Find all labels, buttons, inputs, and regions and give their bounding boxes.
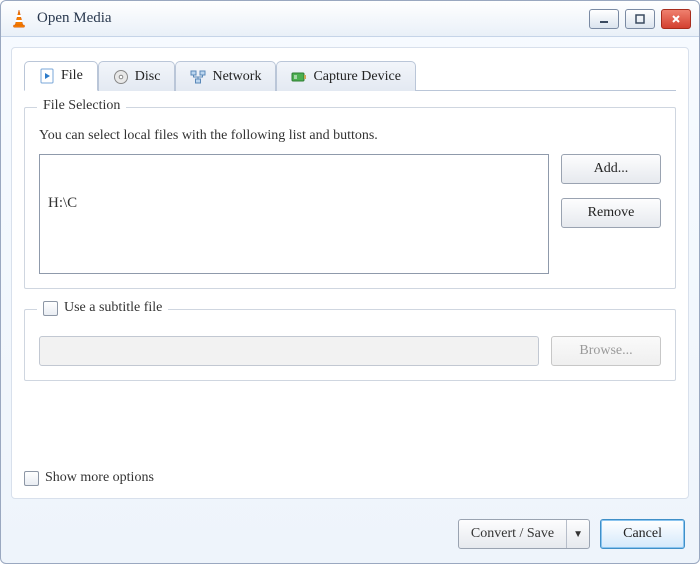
- titlebar: Open Media: [1, 1, 699, 37]
- browse-button: Browse...: [551, 336, 661, 366]
- show-more-row: Show more options: [24, 464, 676, 486]
- dialog-body: File Disc: [11, 47, 689, 499]
- tab-bar: File Disc: [24, 58, 676, 91]
- use-subtitle-label: Use a subtitle file: [64, 300, 162, 316]
- remove-button[interactable]: Remove: [561, 198, 661, 228]
- subtitle-group: Use a subtitle file Browse...: [24, 309, 676, 381]
- network-icon: [190, 69, 206, 85]
- capture-card-icon: [291, 69, 307, 85]
- tab-label: Disc: [135, 69, 161, 85]
- use-subtitle-checkbox[interactable]: [43, 301, 58, 316]
- group-title: File Selection: [37, 98, 126, 114]
- disc-icon: [113, 69, 129, 85]
- file-selection-group: File Selection You can select local file…: [24, 107, 676, 289]
- subtitle-path-field: [39, 336, 539, 366]
- file-play-icon: [39, 68, 55, 84]
- file-list-item[interactable]: H:\C: [48, 195, 540, 212]
- file-selection-help: You can select local files with the foll…: [39, 128, 661, 144]
- tab-file[interactable]: File: [24, 61, 98, 91]
- tab-label: Network: [212, 69, 261, 85]
- tab-label: File: [61, 68, 83, 84]
- minimize-button[interactable]: [589, 9, 619, 29]
- maximize-button[interactable]: [625, 9, 655, 29]
- window-title: Open Media: [37, 10, 589, 27]
- window-controls: [589, 9, 691, 29]
- convert-save-button[interactable]: Convert / Save ▼: [458, 519, 590, 549]
- tab-label: Capture Device: [313, 69, 400, 85]
- convert-save-label: Convert / Save: [459, 520, 567, 548]
- vlc-cone-icon: [9, 9, 29, 29]
- file-list[interactable]: H:\C: [39, 154, 549, 274]
- cancel-button[interactable]: Cancel: [600, 519, 685, 549]
- dropdown-arrow-icon[interactable]: ▼: [567, 520, 589, 548]
- close-button[interactable]: [661, 9, 691, 29]
- add-button[interactable]: Add...: [561, 154, 661, 184]
- tab-network[interactable]: Network: [175, 61, 276, 91]
- show-more-checkbox[interactable]: [24, 471, 39, 486]
- tab-capture-device[interactable]: Capture Device: [276, 61, 415, 91]
- dialog-footer: Convert / Save ▼ Cancel: [1, 509, 699, 563]
- show-more-label: Show more options: [45, 470, 154, 486]
- open-media-window: Open Media File: [0, 0, 700, 564]
- tab-disc[interactable]: Disc: [98, 61, 176, 91]
